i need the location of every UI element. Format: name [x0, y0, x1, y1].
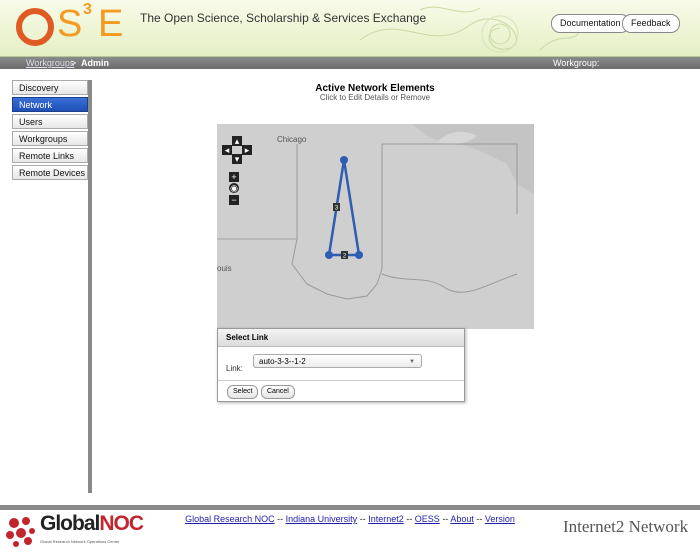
network-map[interactable]: 3 2 Chicago ouis ▴ ◂ ▸ ▾ + ◉ − — [217, 124, 534, 329]
breadcrumb-workgroups-link[interactable]: Workgroups — [26, 57, 74, 69]
sidebar-item-remote-devices[interactable]: Remote Devices — [12, 165, 88, 180]
footer-separator: -- — [442, 514, 449, 524]
network-node[interactable] — [340, 156, 348, 164]
footer-link-version[interactable]: Version — [485, 514, 515, 524]
footer-link-about[interactable]: About — [450, 514, 474, 524]
footer-link-iu[interactable]: Indiana University — [286, 514, 358, 524]
state-border-indiana — [291, 144, 383, 300]
documentation-button[interactable]: Documentation — [551, 14, 630, 33]
select-button[interactable]: Select — [227, 385, 259, 399]
pan-right-icon[interactable]: ▸ — [242, 145, 252, 155]
footer-separator: -- — [277, 514, 284, 524]
pan-left-icon[interactable]: ◂ — [222, 145, 232, 155]
footer-links: Global Research NOC -- Indiana Universit… — [160, 514, 540, 524]
sidebar-item-remote-links[interactable]: Remote Links — [12, 148, 88, 163]
map-canvas[interactable]: 3 2 Chicago ouis — [217, 124, 534, 329]
feedback-button[interactable]: Feedback — [622, 14, 680, 33]
logo-e: E — [98, 3, 124, 45]
breadcrumb-separator: > — [71, 58, 77, 68]
network-node[interactable] — [325, 251, 333, 259]
globalnoc-word-noc: NOC — [99, 512, 144, 535]
select-link-dialog: Select Link Link: auto-3-3--1-2 ▼ Select… — [217, 328, 465, 402]
link-field-label: Link: — [226, 364, 243, 373]
sidebar-item-discovery[interactable]: Discovery — [12, 80, 88, 95]
footer-link-oess[interactable]: OESS — [415, 514, 440, 524]
network-node[interactable] — [355, 251, 363, 259]
zoom-in-icon[interactable]: + — [229, 172, 239, 182]
state-border-kentucky — [381, 273, 518, 293]
link-select[interactable]: auto-3-3--1-2 ▼ — [253, 354, 422, 368]
globe-icon[interactable]: ◉ — [229, 183, 239, 193]
breadcrumb-bar: Workgroups > Admin Workgroup: — [0, 57, 700, 69]
globalnoc-logo-icon — [6, 517, 35, 547]
chevron-down-icon: ▼ — [409, 359, 415, 365]
sidebar-item-workgroups[interactable]: Workgroups — [12, 131, 88, 146]
decorative-swirl-icon — [360, 6, 580, 53]
logo-o — [16, 8, 54, 46]
dialog-footer: Select Cancel — [218, 380, 464, 401]
globalnoc-word-global: Global — [40, 512, 100, 535]
sidebar-nav: Discovery Network Users Workgroups Remot… — [12, 80, 88, 182]
footer-divider — [0, 505, 700, 510]
network-link[interactable] — [342, 159, 361, 256]
sidebar-item-network[interactable]: Network — [12, 97, 88, 112]
workgroup-label: Workgroup: — [553, 58, 600, 68]
footer-link-internet2[interactable]: Internet2 — [368, 514, 404, 524]
page-subtitle: Click to Edit Details or Remove — [319, 93, 431, 102]
sidebar-item-users[interactable]: Users — [12, 114, 88, 129]
map-city-label: Chicago — [277, 135, 307, 144]
cancel-button[interactable]: Cancel — [261, 385, 295, 399]
logo-s: S — [57, 3, 83, 45]
breadcrumb-current: Admin — [81, 58, 109, 68]
header-bar: S 3 E The Open Science, Scholarship & Se… — [0, 0, 700, 57]
logo-superscript: 3 — [83, 1, 92, 18]
pan-up-icon[interactable]: ▴ — [232, 136, 242, 146]
internet2-network-logo: Internet2 Network — [563, 517, 689, 536]
footer-link-grnoc[interactable]: Global Research NOC — [185, 514, 275, 524]
footer-separator: -- — [476, 514, 483, 524]
globalnoc-subtitle: Global Research Network Operations Cente… — [40, 539, 120, 544]
footer-separator: -- — [406, 514, 413, 524]
dialog-title: Select Link — [218, 329, 464, 347]
footer-separator: -- — [359, 514, 366, 524]
pan-down-icon[interactable]: ▾ — [232, 154, 242, 164]
link-select-value: auto-3-3--1-2 — [259, 357, 306, 366]
map-city-label-2: ouis — [217, 264, 232, 273]
globalnoc-wordmark: GlobalNOC — [40, 512, 144, 536]
zoom-out-icon[interactable]: − — [229, 195, 239, 205]
sidebar-divider — [88, 80, 92, 493]
